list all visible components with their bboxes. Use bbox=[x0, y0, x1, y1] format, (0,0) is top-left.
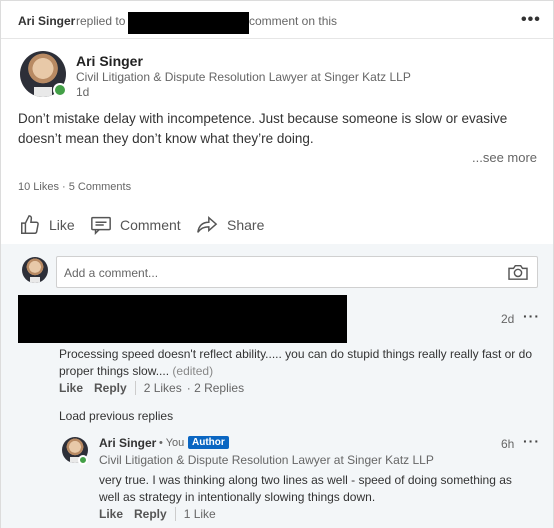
author-badge: Author bbox=[188, 436, 229, 449]
camera-icon[interactable] bbox=[507, 263, 529, 281]
current-user-avatar[interactable] bbox=[22, 257, 48, 283]
online-status-icon bbox=[53, 83, 67, 97]
share-label: Share bbox=[227, 217, 265, 233]
feed-update-card: Ari Singer replied to comment on this ••… bbox=[0, 0, 554, 528]
author-headline: Civil Litigation & Dispute Resolution La… bbox=[76, 70, 411, 84]
reply-online-status-icon bbox=[78, 455, 88, 465]
author-name[interactable]: Ari Singer bbox=[76, 53, 143, 69]
divider bbox=[174, 507, 176, 521]
comment-text-block: Processing speed doesn't reflect ability… bbox=[59, 346, 537, 380]
reply-timestamp: 6h bbox=[501, 437, 515, 451]
comment-icon bbox=[91, 216, 111, 236]
see-more-link[interactable]: ...see more bbox=[472, 150, 537, 165]
more-options-icon[interactable]: ••• bbox=[521, 11, 541, 29]
reply-likes-count[interactable]: 1 Like bbox=[184, 507, 216, 521]
share-icon bbox=[197, 216, 218, 233]
comment-reply-button[interactable]: Reply bbox=[94, 381, 127, 395]
header-action-text: replied to bbox=[76, 14, 126, 28]
post-timestamp: 1d bbox=[76, 85, 90, 99]
reply-you-label: • You bbox=[159, 437, 185, 449]
reply-like-button[interactable]: Like bbox=[99, 507, 123, 521]
add-comment-input[interactable]: Add a comment... bbox=[56, 256, 538, 288]
reply-text: very true. I was thinking along two line… bbox=[99, 473, 512, 504]
divider bbox=[134, 381, 136, 395]
comment-like-button[interactable]: Like bbox=[59, 381, 83, 395]
header-actor-link[interactable]: Ari Singer bbox=[18, 14, 75, 28]
comment-more-icon[interactable]: ··· bbox=[523, 308, 540, 324]
header-action-suffix: comment on this bbox=[249, 14, 338, 28]
social-action-bar: Like Comment Share bbox=[1, 206, 553, 244]
reply-author-headline: Civil Litigation & Dispute Resolution La… bbox=[99, 453, 434, 467]
comment-text: Processing speed doesn't reflect ability… bbox=[59, 347, 532, 378]
like-button[interactable]: Like bbox=[19, 214, 75, 236]
redacted-commenter-block bbox=[18, 295, 347, 343]
comments-section: Add a comment... 2d ··· Processing speed… bbox=[1, 244, 553, 528]
comment-actions: Like Reply 2 Likes · 2 Replies bbox=[59, 381, 244, 395]
comment-timestamp: 2d bbox=[501, 312, 515, 326]
update-header: Ari Singer replied to comment on this ••… bbox=[1, 1, 553, 39]
comment-label: Comment bbox=[120, 217, 181, 233]
load-previous-replies-link[interactable]: Load previous replies bbox=[59, 409, 173, 423]
thumbs-up-icon bbox=[21, 215, 39, 234]
reply-reply-button[interactable]: Reply bbox=[134, 507, 167, 521]
like-label: Like bbox=[49, 217, 75, 233]
comment-button[interactable]: Comment bbox=[90, 214, 181, 236]
redacted-block bbox=[128, 12, 249, 34]
post-text: Don’t mistake delay with incompetence. J… bbox=[18, 111, 508, 146]
add-comment-placeholder: Add a comment... bbox=[64, 266, 159, 280]
comment-edited-label: (edited) bbox=[172, 364, 214, 378]
reply-more-icon[interactable]: ··· bbox=[523, 433, 540, 449]
comment-replies-count[interactable]: 2 Replies bbox=[194, 381, 244, 395]
comment-replies-count-prefix: · bbox=[186, 381, 195, 395]
social-counts[interactable]: 10 Likes · 5 Comments bbox=[18, 181, 131, 193]
share-button[interactable]: Share bbox=[195, 214, 264, 236]
comment-likes-count[interactable]: 2 Likes bbox=[144, 381, 182, 395]
reply-actions: Like Reply 1 Like bbox=[99, 507, 216, 521]
reply-author-name[interactable]: Ari Singer bbox=[99, 436, 156, 450]
